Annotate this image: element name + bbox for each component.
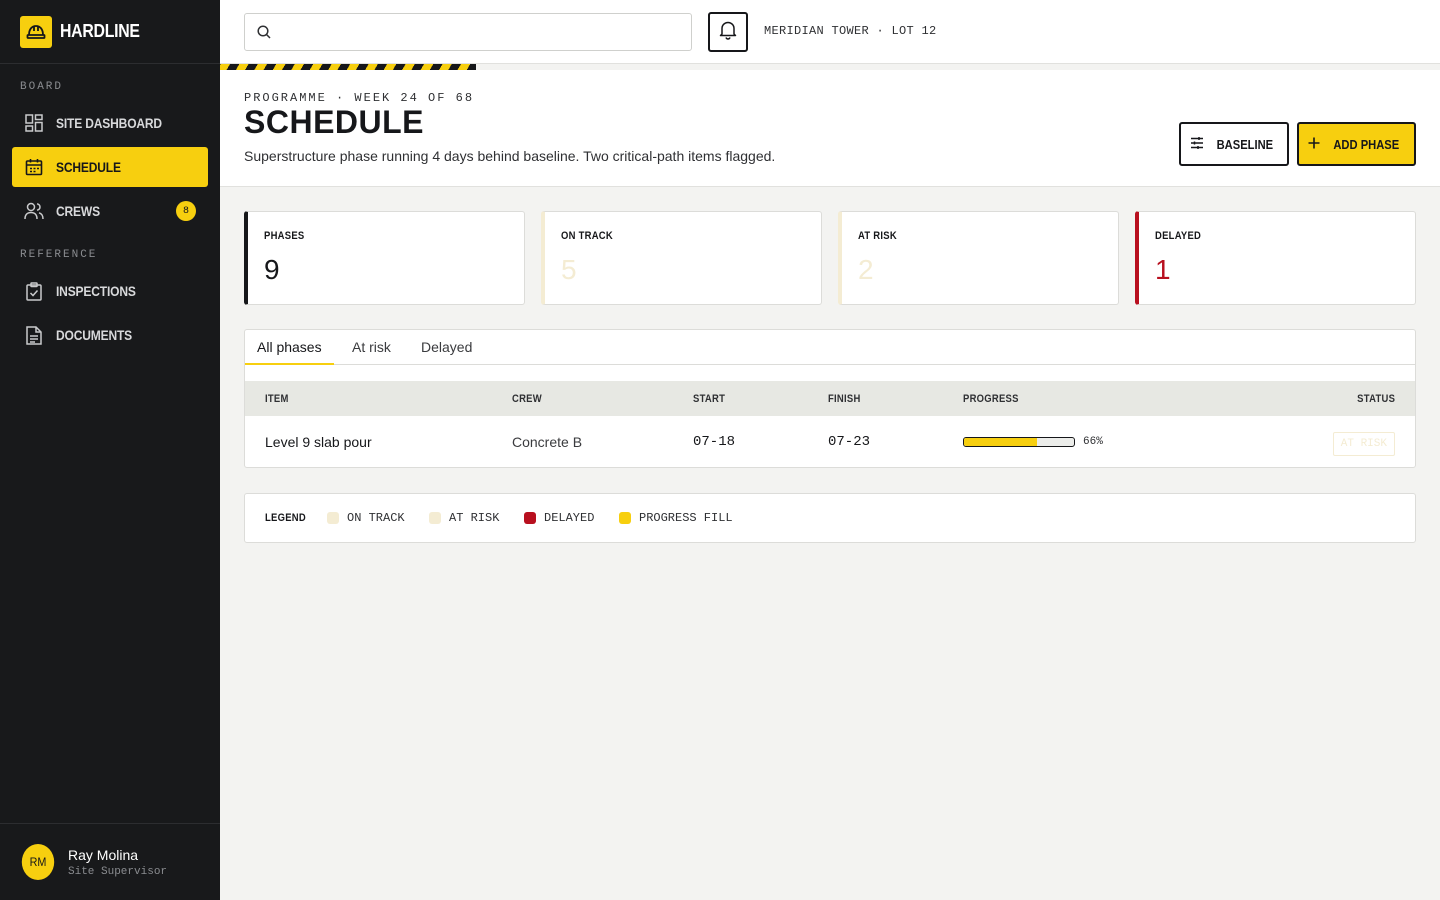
- stat-label: AT RISK: [858, 230, 897, 242]
- column-header-crew[interactable]: CREW: [512, 393, 542, 405]
- programme-eyebrow: PROGRAMME · WEEK 24 OF 68: [244, 91, 475, 105]
- nav-section-board: BOARD: [20, 81, 64, 93]
- legend-swatch: [524, 512, 536, 524]
- stat-phases: PHASES 9: [244, 211, 525, 305]
- notifications-button[interactable]: [708, 12, 748, 52]
- progress-fill: [964, 438, 1037, 446]
- sidebar: HARDLINE BOARD SITE DASHBOARD SCHEDULE C…: [0, 0, 220, 900]
- legend-item-at-risk: AT RISK: [429, 511, 499, 525]
- sidebar-item-crews[interactable]: CREWS 8: [12, 191, 208, 231]
- nav-section-reference: REFERENCE: [20, 249, 98, 261]
- stat-label: PHASES: [264, 230, 305, 242]
- cell-finish: 07-23: [828, 434, 871, 450]
- sidebar-item-inspections[interactable]: INSPECTIONS: [12, 271, 208, 311]
- user-profile[interactable]: RM Ray Molina Site Supervisor: [0, 823, 220, 900]
- page-subtitle: Superstructure phase running 4 days behi…: [244, 148, 776, 164]
- sidebar-item-schedule[interactable]: SCHEDULE: [12, 147, 208, 187]
- column-header-item[interactable]: ITEM: [265, 393, 289, 405]
- bell-icon: [719, 20, 737, 45]
- page-title: SCHEDULE: [244, 104, 425, 140]
- crews-count-badge: 8: [176, 201, 196, 221]
- sidebar-item-label: DOCUMENTS: [56, 327, 133, 343]
- stat-label: DELAYED: [1155, 230, 1202, 242]
- legend-swatch: [619, 512, 631, 524]
- stat-at-risk: AT RISK 2: [838, 211, 1119, 305]
- progress-text: 66%: [1083, 436, 1103, 448]
- stat-on-track: ON TRACK 5: [541, 211, 822, 305]
- page-header: PROGRAMME · WEEK 24 OF 68 SCHEDULE Super…: [220, 70, 1440, 187]
- add-phase-label: ADD PHASE: [1333, 136, 1400, 152]
- stat-delayed: DELAYED 1: [1135, 211, 1416, 305]
- filter-tabs: All phases At risk Delayed: [245, 330, 1415, 365]
- topbar: MERIDIAN TOWER · LOT 12: [220, 0, 1440, 64]
- search-input[interactable]: [283, 14, 683, 50]
- column-header-start[interactable]: START: [693, 393, 725, 405]
- cell-start: 07-18: [693, 434, 736, 450]
- cell-item: Level 9 slab pour: [265, 434, 372, 450]
- baseline-label: BASELINE: [1216, 136, 1274, 152]
- column-header-finish[interactable]: FINISH: [828, 393, 861, 405]
- stat-label: ON TRACK: [561, 230, 613, 242]
- brand-name: HARDLINE: [60, 21, 140, 41]
- stat-value: 5: [561, 254, 577, 285]
- add-phase-button[interactable]: ADD PHASE: [1297, 122, 1416, 166]
- sidebar-item-site-dashboard[interactable]: SITE DASHBOARD: [12, 103, 208, 143]
- dashboard-icon: [24, 113, 44, 133]
- column-header-status[interactable]: STATUS: [1357, 393, 1395, 405]
- tab-delayed[interactable]: Delayed: [421, 330, 472, 364]
- plus-icon: [1308, 137, 1320, 152]
- stat-value: 2: [858, 254, 874, 285]
- legend-label: AT RISK: [449, 511, 500, 525]
- schedule-table-card: All phases At risk Delayed ITEM CREW STA…: [244, 329, 1416, 468]
- stat-value: 9: [264, 254, 280, 285]
- sidebar-item-label: SCHEDULE: [56, 159, 121, 175]
- legend-title: LEGEND: [265, 512, 306, 524]
- tab-all-phases[interactable]: All phases: [245, 330, 334, 365]
- user-name: Ray Molina: [68, 846, 139, 863]
- users-icon: [24, 201, 44, 221]
- legend-label: PROGRESS FILL: [639, 511, 733, 525]
- avatar: RM: [21, 844, 55, 880]
- table-header: ITEM CREW START FINISH PROGRESS STATUS: [245, 381, 1415, 416]
- sidebar-item-label: SITE DASHBOARD: [56, 115, 162, 131]
- table-row[interactable]: Level 9 slab pour Concrete B 07-18 07-23…: [245, 416, 1415, 467]
- hard-hat-icon: [20, 15, 52, 48]
- legend-swatch: [429, 512, 441, 524]
- search-box[interactable]: [244, 13, 692, 51]
- brand[interactable]: HARDLINE: [0, 0, 220, 64]
- clipboard-check-icon: [24, 281, 44, 301]
- legend-swatch: [327, 512, 339, 524]
- baseline-button[interactable]: BASELINE: [1179, 122, 1289, 166]
- column-header-progress[interactable]: PROGRESS: [963, 393, 1019, 405]
- legend-item-delayed: DELAYED: [524, 511, 594, 525]
- sidebar-item-label: INSPECTIONS: [56, 283, 136, 299]
- sidebar-item-label: CREWS: [56, 203, 100, 219]
- tab-at-risk[interactable]: At risk: [352, 330, 391, 364]
- user-meta: Ray Molina Site Supervisor: [68, 847, 167, 878]
- calendar-icon: [24, 157, 44, 177]
- search-icon: [257, 25, 271, 44]
- status-badge: AT RISK: [1332, 432, 1395, 456]
- stat-value: 1: [1155, 254, 1171, 285]
- legend-label: ON TRACK: [347, 511, 405, 525]
- progress-bar: [963, 437, 1075, 447]
- site-label: MERIDIAN TOWER · LOT 12: [764, 24, 937, 38]
- cell-crew: Concrete B: [512, 434, 583, 450]
- legend-item-progress-fill: PROGRESS FILL: [619, 511, 733, 525]
- legend-label: DELAYED: [544, 511, 595, 525]
- user-role: Site Supervisor: [68, 865, 168, 878]
- stats-row: PHASES 9 ON TRACK 5 AT RISK 2 DELAYED 1: [244, 211, 1416, 305]
- sidebar-item-documents[interactable]: DOCUMENTS: [12, 315, 208, 355]
- legend: LEGEND ON TRACK AT RISK DELAYED PROGRESS…: [244, 493, 1416, 543]
- sliders-icon: [1190, 136, 1204, 153]
- document-icon: [24, 325, 44, 345]
- legend-item-on-track: ON TRACK: [327, 511, 405, 525]
